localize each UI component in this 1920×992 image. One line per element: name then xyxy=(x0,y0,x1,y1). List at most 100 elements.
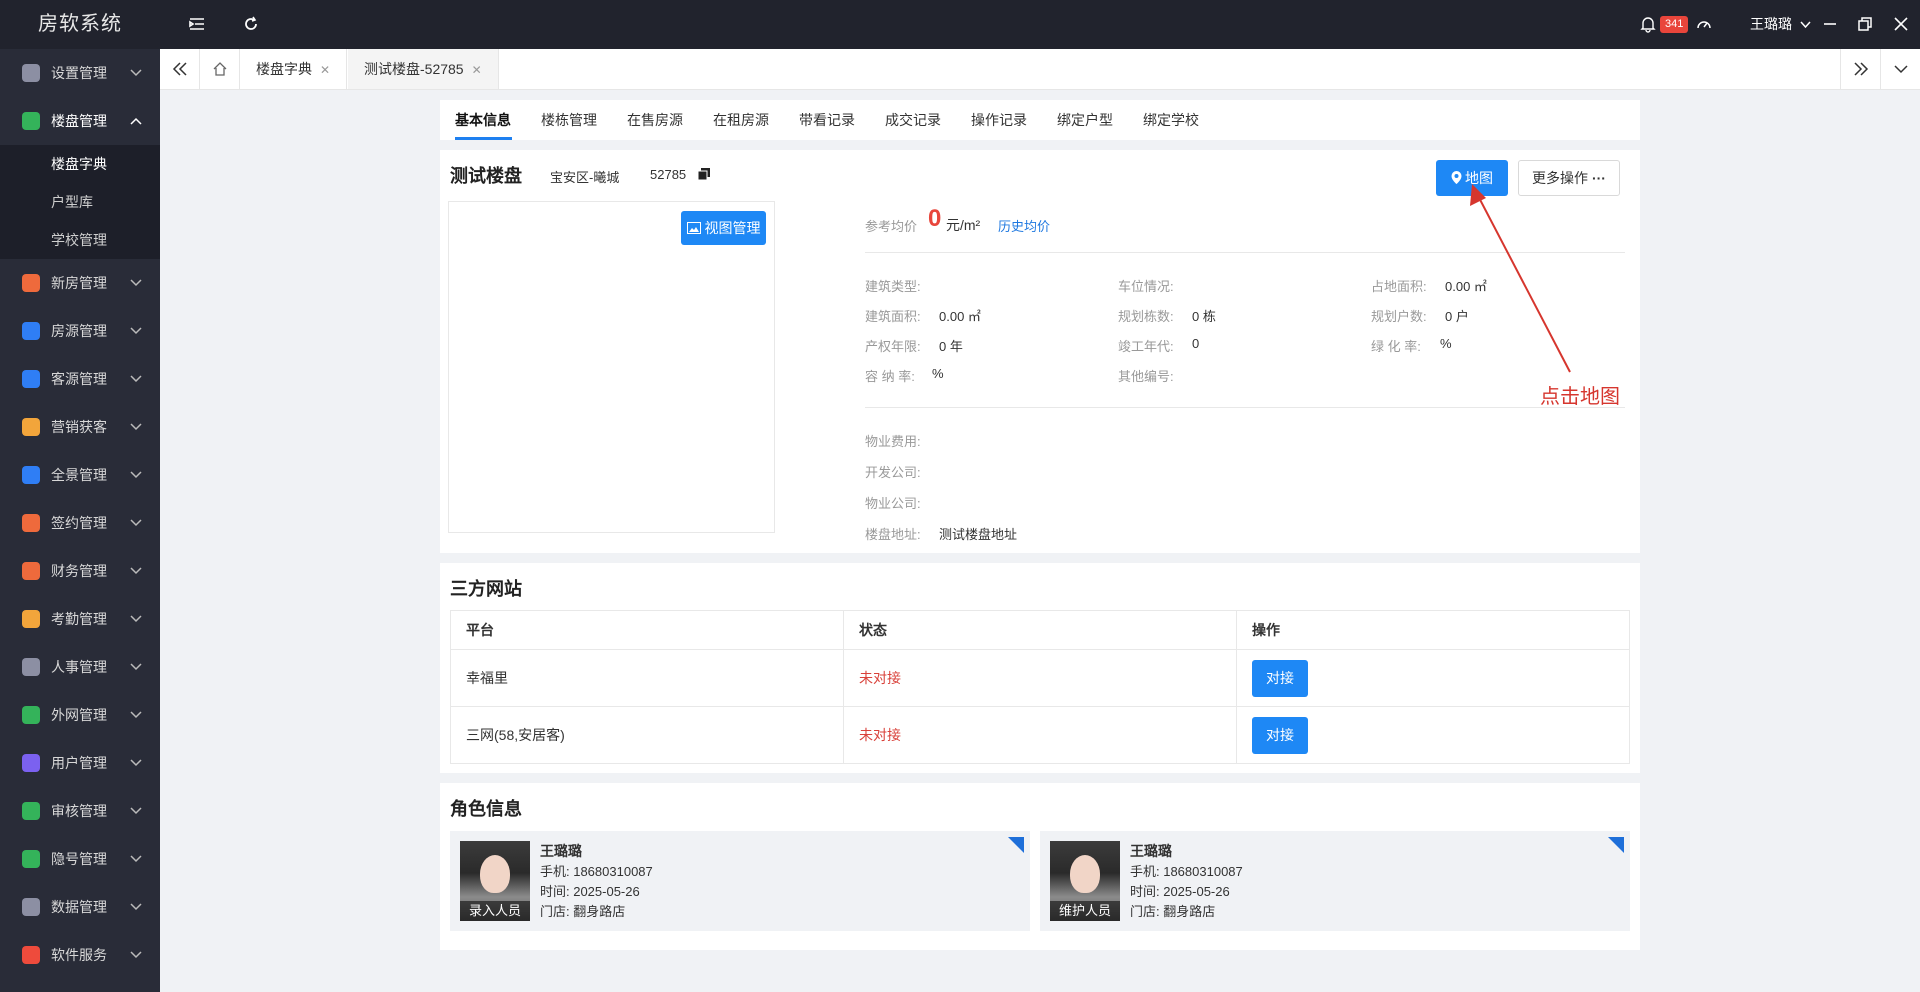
app-brand: 房软系统 xyxy=(38,13,122,35)
estate-image-area: 视图管理 xyxy=(448,201,775,533)
field-label: 物业公司: xyxy=(865,496,921,511)
subtab-for-rent[interactable]: 在租房源 xyxy=(713,100,769,140)
sidebar-item-marketing[interactable]: 营销获客 xyxy=(0,403,160,451)
subtab-buildings[interactable]: 楼栋管理 xyxy=(541,100,597,140)
tab-scroll-left-button[interactable] xyxy=(160,49,200,89)
role-tag: 维护人员 xyxy=(1050,901,1120,921)
tab-dropdown-button[interactable] xyxy=(1880,49,1920,89)
subtab-for-sale[interactable]: 在售房源 xyxy=(627,100,683,140)
divider xyxy=(865,407,1625,408)
status-cell: 未对接 xyxy=(843,706,1237,764)
sidebar-subitem-schools[interactable]: 学校管理 xyxy=(0,221,160,259)
sidebar-item-label: 房源管理 xyxy=(51,323,107,339)
role-person-name: 王璐璐 xyxy=(1130,843,1172,859)
subtab-schools[interactable]: 绑定学校 xyxy=(1143,100,1199,140)
sidebar-item-data[interactable]: 数据管理 xyxy=(0,883,160,931)
image-icon xyxy=(686,222,701,234)
field-label: 规划户数: xyxy=(1371,309,1427,324)
attendance-icon xyxy=(22,610,40,628)
sidebar-item-new-homes[interactable]: 新房管理 xyxy=(0,259,160,307)
sidebar-item-hidden-number[interactable]: 隐号管理 xyxy=(0,835,160,883)
menu-fold-icon[interactable] xyxy=(188,15,206,33)
sidebar-item-label: 外网管理 xyxy=(51,707,107,723)
home-icon xyxy=(213,62,227,76)
field-value: % xyxy=(1440,336,1452,351)
field-label: 楼盘地址: xyxy=(865,527,921,542)
sidebar-item-external-web[interactable]: 外网管理 xyxy=(0,691,160,739)
field-label: 竣工年代: xyxy=(1118,339,1174,354)
annotation-text: 点击地图 xyxy=(1540,386,1620,408)
sidebar-item-label: 审核管理 xyxy=(51,803,107,819)
top-bar: 房软系统 341 王璐璐 xyxy=(0,0,1920,49)
sidebar-item-settings[interactable]: 设置管理 xyxy=(0,49,160,97)
notification-badge[interactable]: 341 xyxy=(1660,16,1689,33)
sidebar-subitem-floorplans[interactable]: 户型库 xyxy=(0,183,160,221)
sidebar-subitem-estate-dictionary[interactable]: 楼盘字典 xyxy=(0,145,160,183)
tab-test-estate[interactable]: 测试楼盘-52785 ✕ xyxy=(348,49,499,89)
subtab-operations[interactable]: 操作记录 xyxy=(971,100,1027,140)
subtab-basic-info[interactable]: 基本信息 xyxy=(455,100,511,140)
sidebar-item-estate[interactable]: 楼盘管理 xyxy=(0,97,160,145)
double-chevron-right-icon xyxy=(1854,62,1869,76)
sidebar-item-users[interactable]: 用户管理 xyxy=(0,739,160,787)
close-tab-icon[interactable]: ✕ xyxy=(320,63,330,77)
tab-estate-dictionary[interactable]: 楼盘字典 ✕ xyxy=(240,49,348,89)
sidebar-item-customers[interactable]: 客源管理 xyxy=(0,355,160,403)
dashboard-icon[interactable] xyxy=(1696,15,1712,33)
sidebar-item-panorama[interactable]: 全景管理 xyxy=(0,451,160,499)
avatar: 维护人员 xyxy=(1050,841,1120,921)
tab-label: 测试楼盘-52785 xyxy=(364,61,464,77)
minimize-icon[interactable] xyxy=(1822,15,1838,33)
home-icon xyxy=(22,322,40,340)
column-header: 状态 xyxy=(843,610,1237,650)
field-label: 建筑类型: xyxy=(865,279,921,294)
phone-icon xyxy=(22,850,40,868)
refresh-icon[interactable] xyxy=(242,15,260,33)
customer-icon xyxy=(22,370,40,388)
field-label: 规划栋数: xyxy=(1118,309,1174,324)
connect-button[interactable]: 对接 xyxy=(1252,716,1308,754)
copy-icon[interactable] xyxy=(698,168,710,180)
database-icon xyxy=(22,898,40,916)
roles-card: 角色信息 录入人员 王璐璐 手机: 18680310087 时间: 2025-0… xyxy=(440,783,1640,950)
tab-scroll-right-button[interactable] xyxy=(1840,49,1880,89)
subtab-viewings[interactable]: 带看记录 xyxy=(799,100,855,140)
close-tab-icon[interactable]: ✕ xyxy=(472,63,482,77)
contract-icon xyxy=(22,514,40,532)
field-value: % xyxy=(932,366,944,381)
third-party-card: 三方网站 平台 状态 操作 幸福里 未对接 对接 三网(58,安居客) 未对接 … xyxy=(440,563,1640,773)
restore-icon[interactable] xyxy=(1857,15,1873,33)
role-time: 时间: 2025-05-26 xyxy=(1130,884,1230,899)
chevron-down-icon xyxy=(130,903,142,911)
tab-home-button[interactable] xyxy=(200,49,240,89)
third-party-title: 三方网站 xyxy=(450,579,522,599)
sidebar-item-finance[interactable]: 财务管理 xyxy=(0,547,160,595)
field-label: 产权年限: xyxy=(865,339,921,354)
user-menu[interactable]: 王璐璐 xyxy=(1750,0,1811,49)
history-price-link[interactable]: 历史均价 xyxy=(998,216,1050,235)
sidebar-item-software-service[interactable]: 软件服务 xyxy=(0,931,160,979)
sidebar-item-label: 隐号管理 xyxy=(51,851,107,867)
action-cell: 对接 xyxy=(1236,706,1630,764)
sidebar-item-audit[interactable]: 审核管理 xyxy=(0,787,160,835)
view-manage-button[interactable]: 视图管理 xyxy=(681,211,766,245)
chevron-up-icon xyxy=(130,117,142,125)
bell-icon[interactable] xyxy=(1640,15,1656,33)
sidebar-item-hr[interactable]: 人事管理 xyxy=(0,643,160,691)
field-value: 0 年 xyxy=(939,339,963,354)
connect-button[interactable]: 对接 xyxy=(1252,659,1308,697)
avg-price-unit: 元/m² xyxy=(946,217,981,233)
chevron-down-icon xyxy=(130,759,142,767)
field-label: 车位情况: xyxy=(1118,279,1174,294)
building-icon xyxy=(22,112,40,130)
sidebar-item-contracts[interactable]: 签约管理 xyxy=(0,499,160,547)
ellipsis-icon: ··· xyxy=(1591,170,1606,186)
close-window-icon[interactable] xyxy=(1893,15,1909,33)
sidebar-item-listings[interactable]: 房源管理 xyxy=(0,307,160,355)
subtab-deals[interactable]: 成交记录 xyxy=(885,100,941,140)
subtab-floorplans[interactable]: 绑定户型 xyxy=(1057,100,1113,140)
chevron-down-icon xyxy=(1800,21,1811,29)
table-row: 幸福里 未对接 对接 xyxy=(450,649,1630,707)
sidebar-item-attendance[interactable]: 考勤管理 xyxy=(0,595,160,643)
role-tag: 录入人员 xyxy=(460,901,530,921)
